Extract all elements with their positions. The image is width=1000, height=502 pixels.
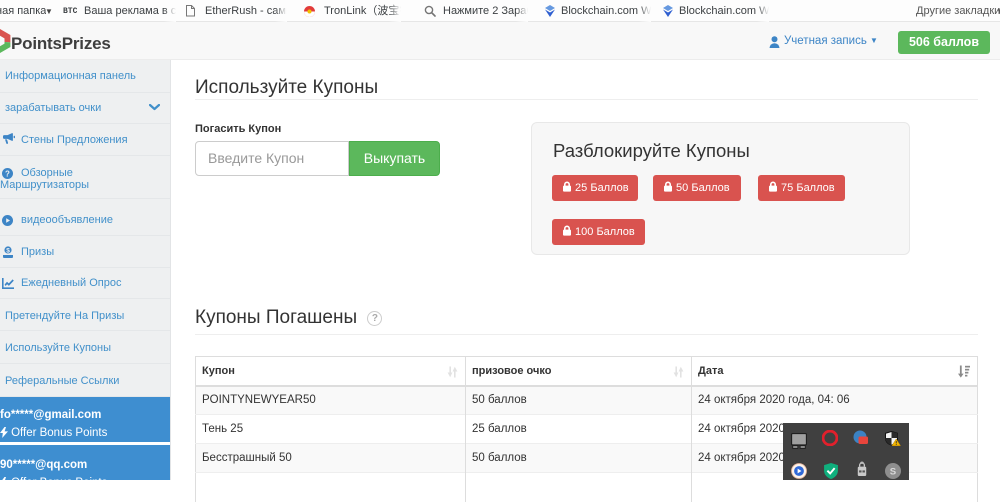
- svg-text:S: S: [890, 467, 897, 478]
- svg-text:$: $: [6, 248, 10, 255]
- svg-text:?: ?: [5, 169, 10, 178]
